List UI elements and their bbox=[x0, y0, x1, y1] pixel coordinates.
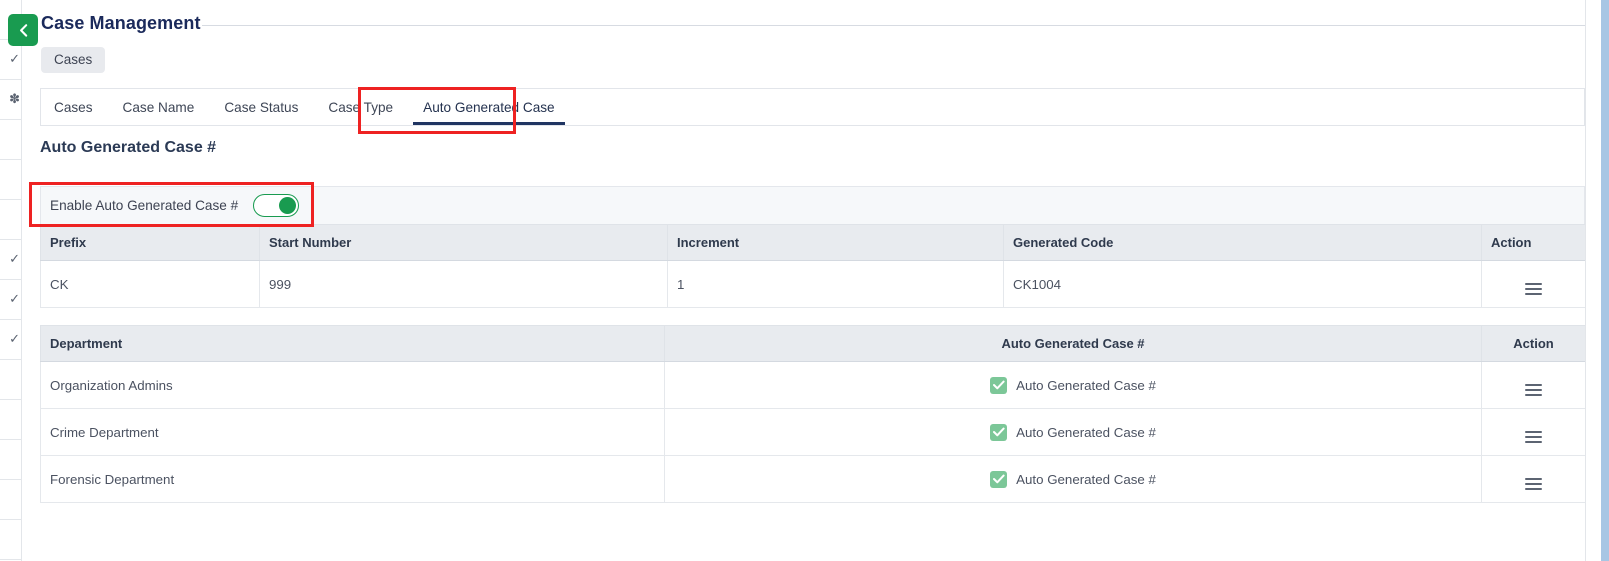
table-row: Forensic Department Auto Generated Case … bbox=[40, 455, 1586, 503]
col-start-number: Start Number bbox=[259, 224, 668, 261]
back-button[interactable] bbox=[8, 14, 38, 46]
page-title: Case Management bbox=[41, 13, 201, 33]
check-icon bbox=[992, 427, 1005, 437]
sidebar-strip-row[interactable] bbox=[0, 160, 21, 200]
check-icon: ✓ bbox=[9, 251, 20, 266]
hamburger-menu-icon[interactable] bbox=[1525, 431, 1542, 443]
cell-department: Crime Department bbox=[40, 408, 665, 456]
check-icon: ✓ bbox=[9, 51, 20, 66]
cell-auto-generated-option: Auto Generated Case # bbox=[664, 408, 1482, 456]
sidebar-strip-row[interactable]: ✓ bbox=[0, 320, 21, 360]
cell-action bbox=[1481, 361, 1586, 409]
sidebar-strip-row[interactable]: ✓ bbox=[0, 240, 21, 280]
section-title: Auto Generated Case # bbox=[40, 139, 217, 156]
col-department: Department bbox=[40, 325, 665, 362]
check-icon: ✓ bbox=[9, 331, 20, 346]
collapsed-sidebar-strip: ✓ ✽ ✓ ✓ ✓ bbox=[0, 0, 22, 561]
col-action: Action bbox=[1481, 325, 1586, 362]
cell-action bbox=[1481, 260, 1586, 308]
table-row: CK 999 1 CK1004 bbox=[40, 260, 1586, 308]
auto-generated-checkbox[interactable] bbox=[990, 470, 1008, 488]
check-icon: ✓ bbox=[9, 291, 20, 306]
tab-cases[interactable]: Cases bbox=[41, 89, 108, 125]
sidebar-strip-row[interactable] bbox=[0, 400, 21, 440]
hamburger-menu-icon[interactable] bbox=[1525, 478, 1542, 490]
cell-auto-generated-option: Auto Generated Case # bbox=[664, 455, 1482, 503]
table-row: Organization Admins Auto Generated Case … bbox=[40, 361, 1586, 409]
auto-generated-option-label: Auto Generated Case # bbox=[1016, 377, 1156, 393]
hamburger-menu-icon[interactable] bbox=[1525, 283, 1542, 295]
cell-department: Forensic Department bbox=[40, 455, 665, 503]
enable-auto-generated-label: Enable Auto Generated Case # bbox=[50, 198, 239, 213]
cell-action bbox=[1481, 408, 1586, 456]
auto-generated-option-label: Auto Generated Case # bbox=[1016, 424, 1156, 440]
sidebar-strip-row[interactable] bbox=[0, 120, 21, 160]
col-auto-generated-case: Auto Generated Case # bbox=[664, 325, 1482, 362]
chevron-icon: ✽ bbox=[9, 91, 20, 106]
chevron-left-icon bbox=[19, 23, 27, 37]
enable-auto-generated-toggle[interactable] bbox=[253, 194, 300, 217]
enable-auto-generated-row: Enable Auto Generated Case # bbox=[40, 186, 1585, 224]
cell-prefix: CK bbox=[40, 260, 260, 308]
cell-generated-code: CK1004 bbox=[1003, 260, 1482, 308]
table-row: Crime Department Auto Generated Case # bbox=[40, 408, 1586, 456]
table-header-row: Prefix Start Number Increment Generated … bbox=[40, 224, 1586, 261]
hamburger-menu-icon[interactable] bbox=[1525, 384, 1542, 396]
sidebar-strip-row[interactable]: ✓ bbox=[0, 40, 21, 80]
sidebar-strip-row[interactable] bbox=[0, 360, 21, 400]
title-divider bbox=[202, 25, 1585, 26]
tab-case-type[interactable]: Case Type bbox=[313, 89, 408, 125]
tab-auto-generated-case[interactable]: Auto Generated Case bbox=[408, 89, 570, 125]
sidebar-strip-row[interactable]: ✽ bbox=[0, 80, 21, 120]
page-scrollbar[interactable] bbox=[1601, 0, 1609, 561]
cell-action bbox=[1481, 455, 1586, 503]
auto-generated-checkbox[interactable] bbox=[990, 423, 1008, 441]
case-management-page: ✓ ✽ ✓ ✓ ✓ Case Management Cases Cases Ca… bbox=[0, 0, 1609, 561]
tab-case-name[interactable]: Case Name bbox=[108, 89, 210, 125]
check-icon bbox=[992, 474, 1005, 484]
sidebar-strip-row[interactable] bbox=[0, 520, 21, 560]
tab-case-status[interactable]: Case Status bbox=[209, 89, 313, 125]
toggle-knob bbox=[279, 197, 297, 214]
auto-generated-checkbox[interactable] bbox=[990, 376, 1008, 394]
cell-auto-generated-option: Auto Generated Case # bbox=[664, 361, 1482, 409]
sidebar-strip-row[interactable] bbox=[0, 200, 21, 240]
breadcrumb-cases[interactable]: Cases bbox=[41, 47, 106, 73]
cell-start-number: 999 bbox=[259, 260, 668, 308]
col-prefix: Prefix bbox=[40, 224, 260, 261]
sidebar-strip-row[interactable] bbox=[0, 480, 21, 520]
right-edge-gutter bbox=[1585, 0, 1601, 561]
col-increment: Increment bbox=[667, 224, 1004, 261]
sidebar-strip-row[interactable]: ✓ bbox=[0, 280, 21, 320]
tab-bar: Cases Case Name Case Status Case Type Au… bbox=[40, 88, 1585, 126]
cell-increment: 1 bbox=[667, 260, 1004, 308]
auto-generated-option-label: Auto Generated Case # bbox=[1016, 471, 1156, 487]
auto-generated-config-table: Prefix Start Number Increment Generated … bbox=[40, 224, 1586, 308]
department-permissions-table: Department Auto Generated Case # Action … bbox=[40, 325, 1586, 503]
check-icon bbox=[992, 380, 1005, 390]
sidebar-strip-row[interactable] bbox=[0, 440, 21, 480]
col-action: Action bbox=[1481, 224, 1586, 261]
table-header-row: Department Auto Generated Case # Action bbox=[40, 325, 1586, 362]
col-generated-code: Generated Code bbox=[1003, 224, 1482, 261]
cell-department: Organization Admins bbox=[40, 361, 665, 409]
